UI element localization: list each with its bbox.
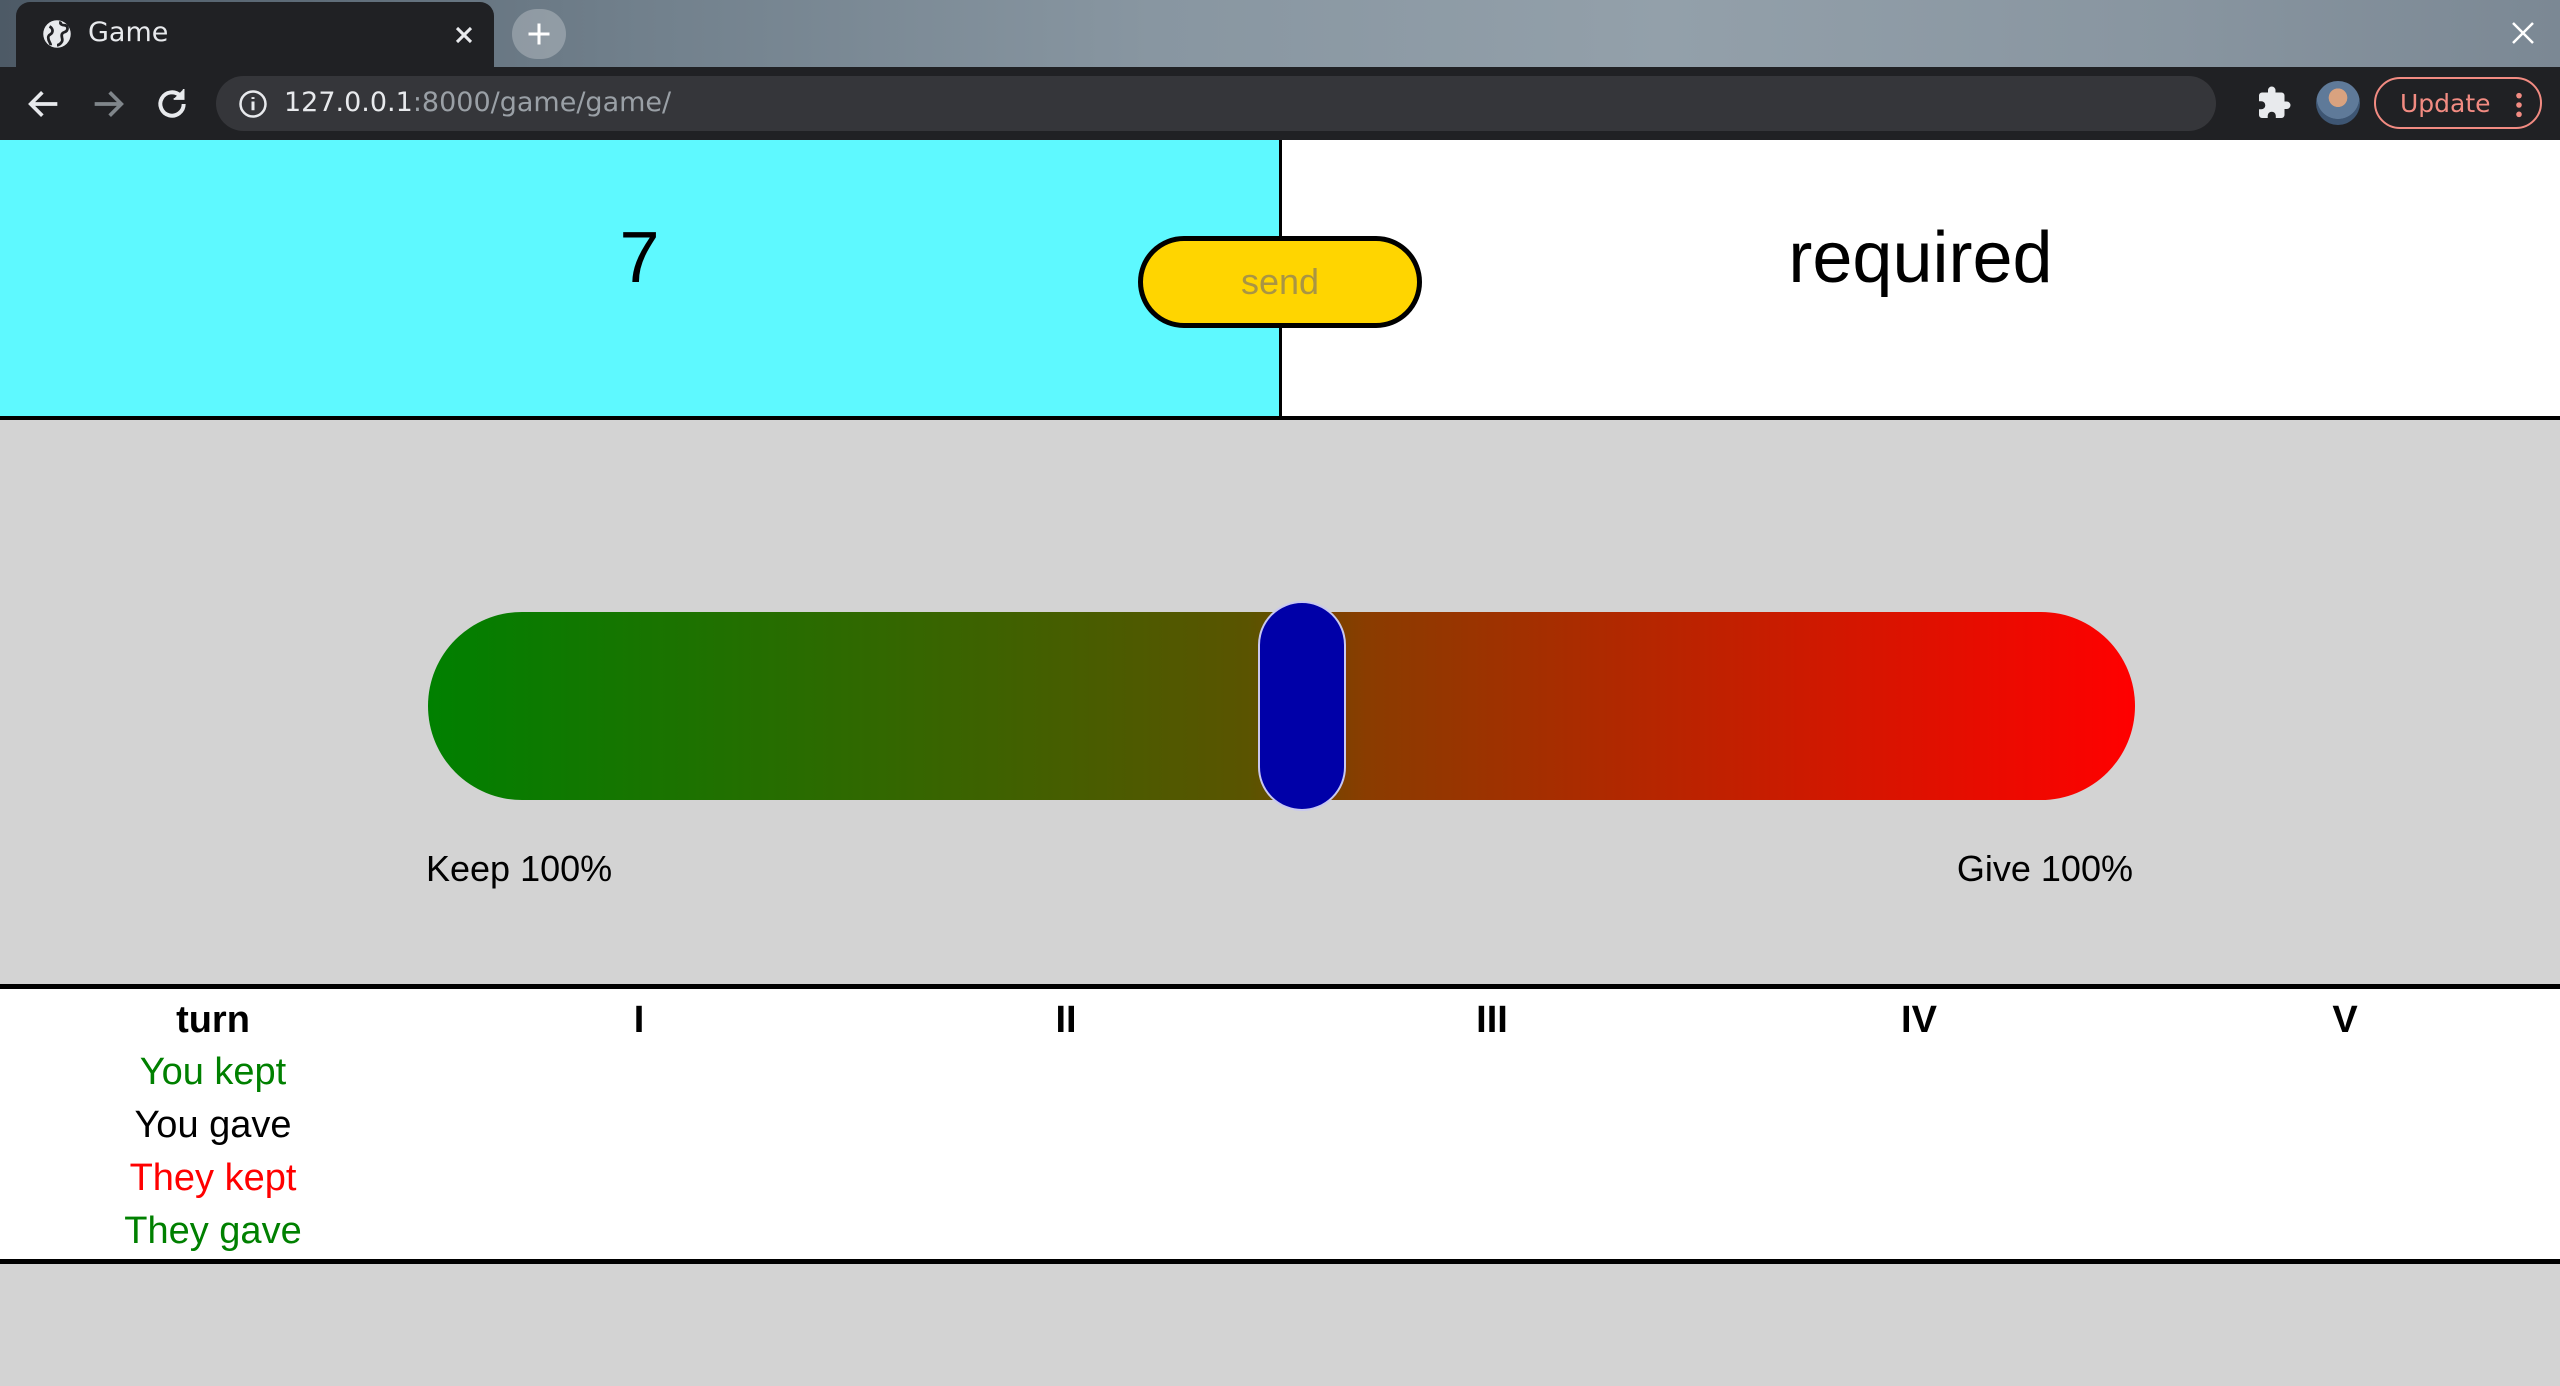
column-header-4: IV bbox=[1901, 999, 1937, 1041]
browser-tab[interactable]: Game bbox=[16, 2, 494, 67]
row-label-you-kept: You kept bbox=[139, 1051, 287, 1093]
column-header-turn: turn bbox=[176, 999, 250, 1041]
row-label-you-gave: You gave bbox=[134, 1104, 292, 1146]
menu-dots-icon bbox=[2516, 92, 2522, 118]
globe-icon bbox=[43, 20, 71, 48]
column-header-2: II bbox=[1055, 999, 1077, 1041]
url-path: :8000/game/game/ bbox=[412, 87, 672, 118]
profile-avatar[interactable] bbox=[2316, 81, 2360, 125]
status-panel: required bbox=[1281, 140, 2560, 418]
address-bar[interactable]: 127.0.0.1:8000/game/game/ bbox=[216, 76, 2422, 131]
share-slider-thumb[interactable] bbox=[1258, 601, 1346, 811]
new-tab-button[interactable] bbox=[512, 9, 566, 59]
column-header-3: III bbox=[1476, 999, 1508, 1041]
history-table-bottom-border bbox=[0, 1259, 2560, 1264]
give-label: Give 100% bbox=[1956, 848, 2133, 889]
tab-title: Game bbox=[88, 17, 169, 48]
column-header-1: I bbox=[633, 999, 645, 1041]
back-arrow-icon[interactable] bbox=[24, 84, 64, 124]
extensions-puzzle-icon[interactable] bbox=[2256, 85, 2292, 121]
counter-value: 7 bbox=[619, 218, 660, 298]
close-tab-icon[interactable] bbox=[450, 21, 478, 49]
update-label: Update bbox=[2400, 89, 2491, 118]
row-label-they-gave: They gave bbox=[124, 1210, 302, 1252]
update-button[interactable]: Update bbox=[2374, 77, 2542, 129]
column-header-5: V bbox=[2332, 999, 2358, 1041]
site-info-icon[interactable] bbox=[238, 89, 268, 119]
forward-arrow-icon[interactable] bbox=[88, 84, 128, 124]
row-label-they-kept: They kept bbox=[129, 1157, 297, 1199]
keep-label: Keep 100% bbox=[426, 848, 613, 889]
top-section-border bbox=[0, 416, 2560, 420]
reload-icon[interactable] bbox=[152, 84, 192, 124]
url-host: 127.0.0.1 bbox=[284, 87, 413, 118]
window-close-icon[interactable] bbox=[2508, 18, 2538, 48]
status-text: required bbox=[1788, 218, 2053, 298]
url-text: 127.0.0.1:8000/game/game/ bbox=[284, 87, 671, 118]
history-table: turn I II III IV V You kept You gave The… bbox=[0, 989, 2560, 1261]
send-button[interactable]: send bbox=[1138, 236, 1422, 328]
browser-toolbar: 127.0.0.1:8000/game/game/ Update bbox=[0, 67, 2560, 140]
browser-tabstrip: Game bbox=[0, 0, 2560, 67]
counter-panel: 7 bbox=[0, 140, 1279, 418]
plus-icon bbox=[528, 23, 550, 45]
